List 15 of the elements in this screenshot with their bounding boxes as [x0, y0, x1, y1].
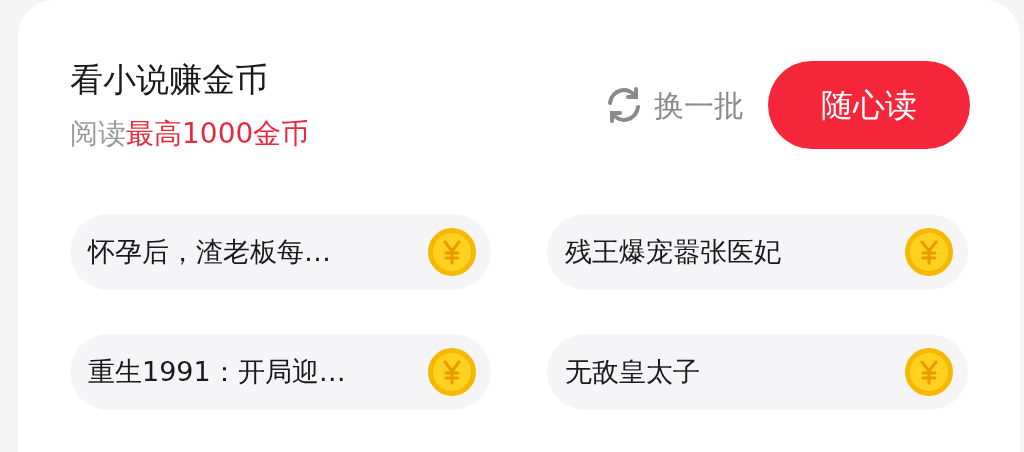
coin-icon: [427, 227, 477, 277]
coin-icon: [904, 227, 954, 277]
book-title: 重生1991：开局迎…: [88, 354, 346, 389]
book-chip[interactable]: 残王爆宠嚣张医妃: [547, 214, 968, 290]
coin-icon: [427, 347, 477, 397]
book-chip[interactable]: 重生1991：开局迎…: [70, 334, 491, 410]
section-title: 看小说赚金币: [70, 59, 269, 101]
book-chip[interactable]: 怀孕后，渣老板每…: [70, 214, 491, 290]
book-title: 无敌皇太子: [565, 354, 700, 389]
book-title: 怀孕后，渣老板每…: [88, 234, 331, 269]
book-chip[interactable]: 无敌皇太子: [547, 334, 968, 410]
reward-subtitle: 阅读最高1000金币: [70, 116, 310, 152]
book-title: 残王爆宠嚣张医妃: [565, 234, 781, 269]
read-button[interactable]: 随心读: [768, 61, 970, 149]
coin-icon: [904, 347, 954, 397]
